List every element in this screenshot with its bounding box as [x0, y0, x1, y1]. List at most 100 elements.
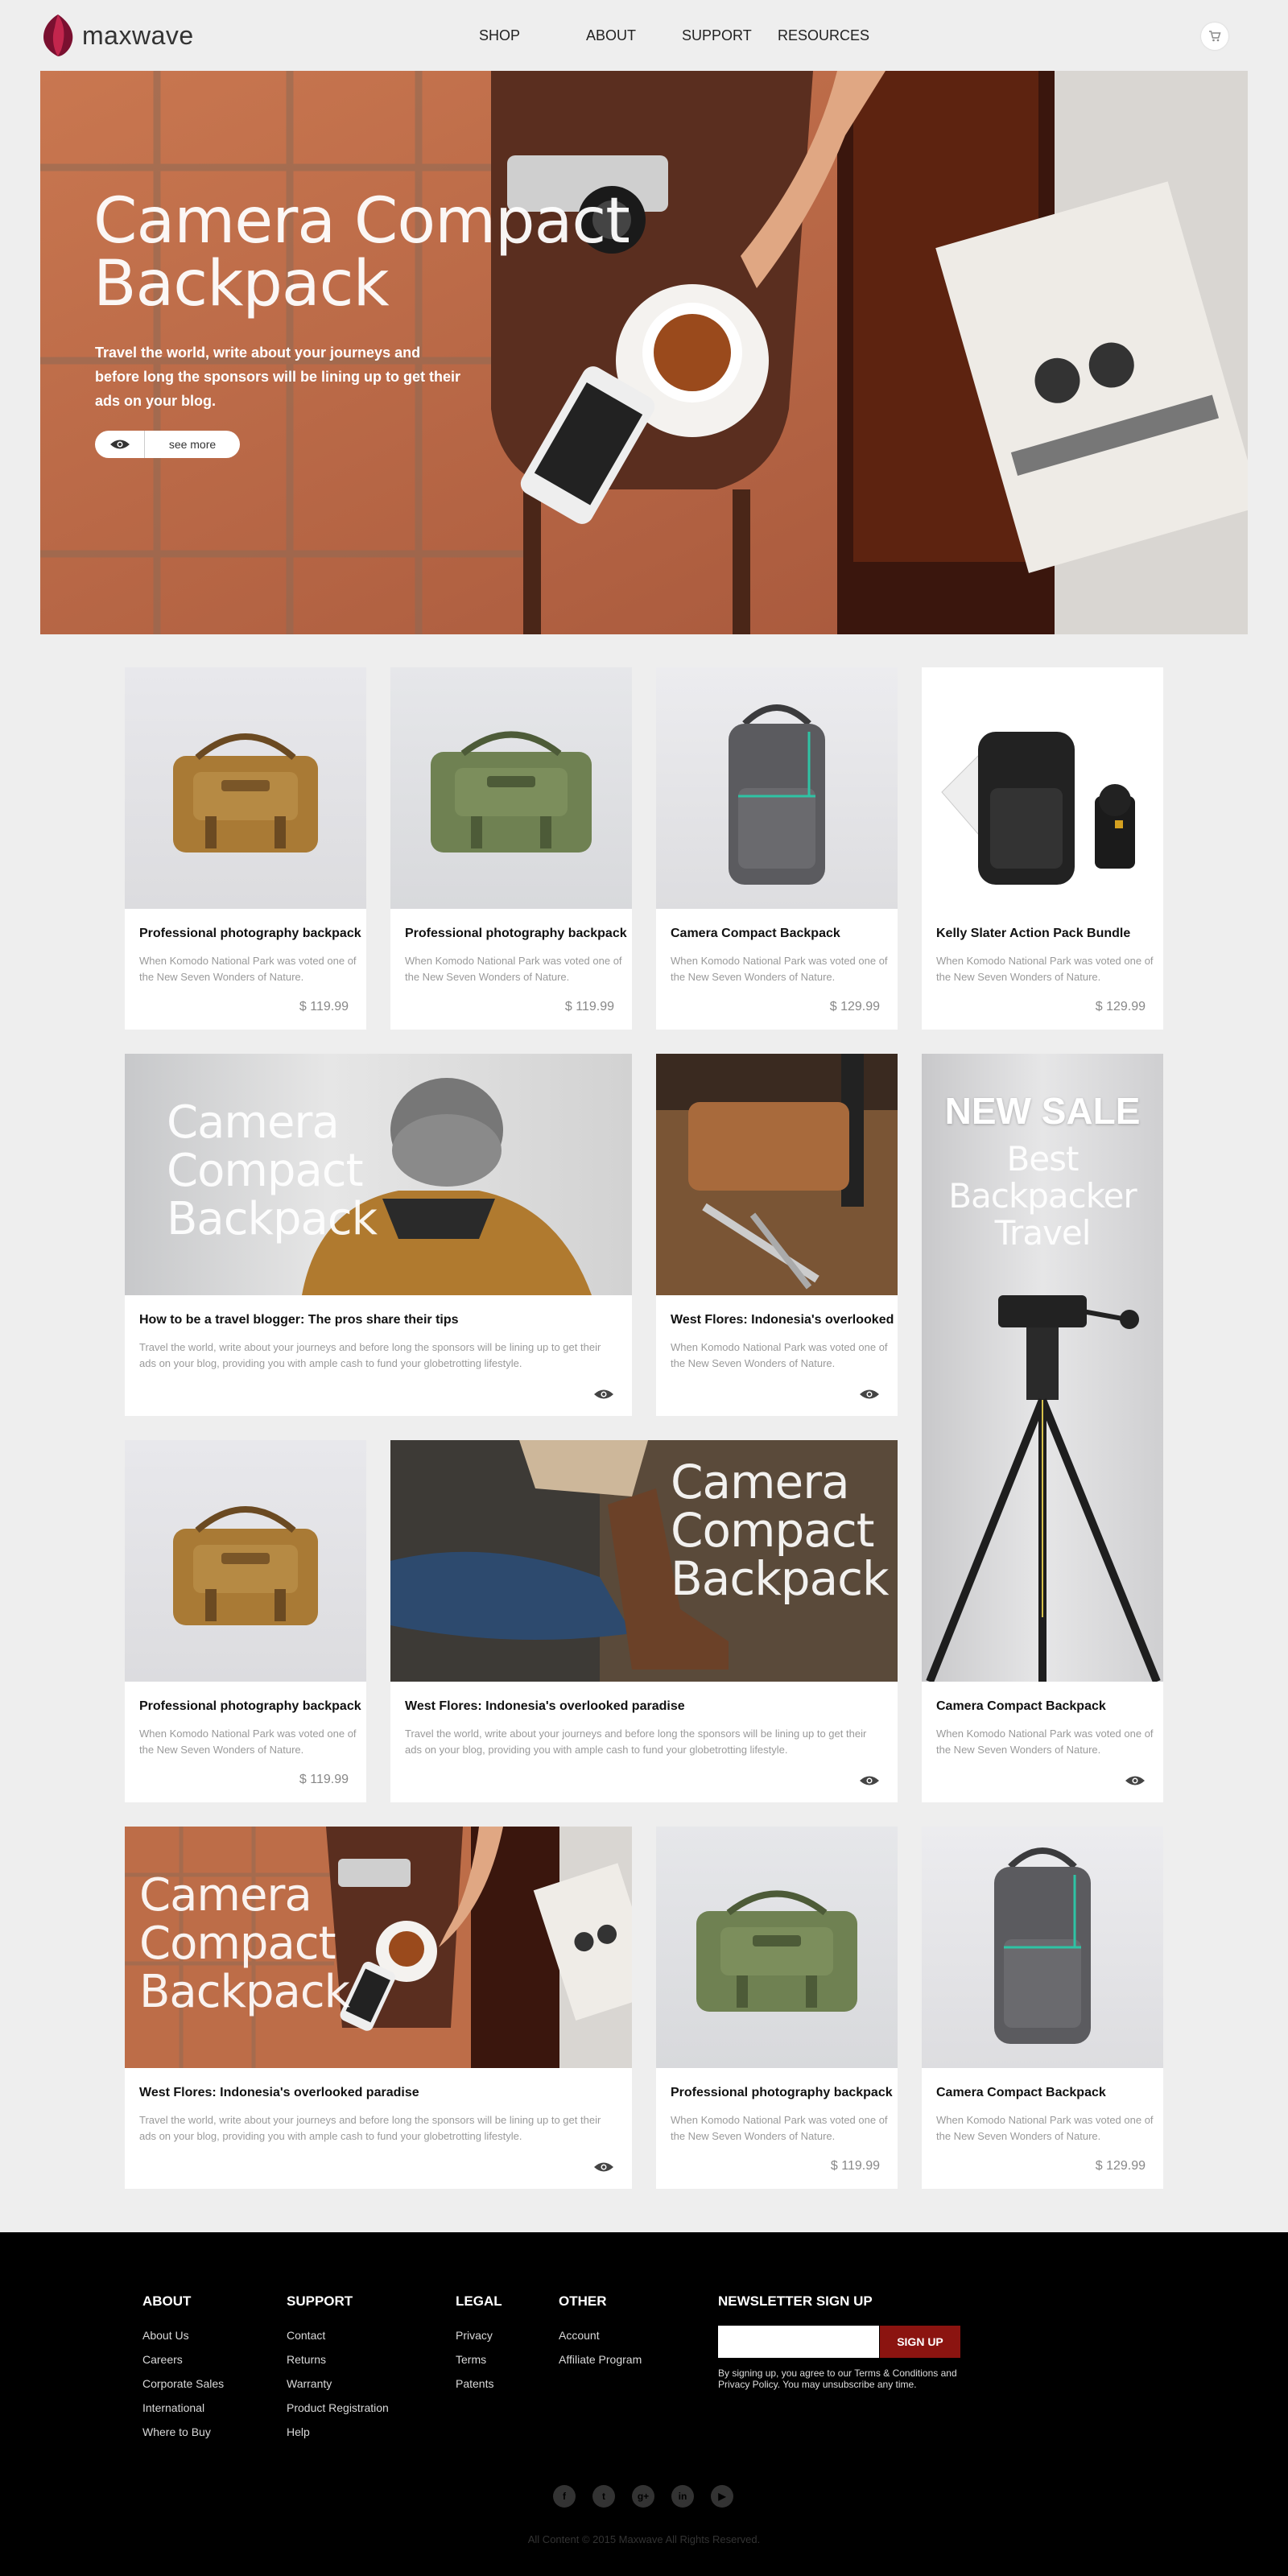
product-desc: When Komodo National Park was voted one …: [671, 955, 888, 983]
footer-about-title: ABOUT: [142, 2293, 192, 2309]
newsletter-signup-button[interactable]: SIGN UP: [880, 2326, 960, 2358]
product-image: [656, 1827, 898, 2068]
product-title: Professional photography backpack: [405, 927, 627, 940]
blog-desc: Travel the world, write about your journ…: [405, 1728, 867, 1756]
product-card[interactable]: Professional photography backpack When K…: [125, 1440, 366, 1802]
footer-link[interactable]: About Us: [142, 2329, 189, 2342]
blog-title: West Flores: Indonesia's overlooked para…: [405, 1699, 685, 1713]
product-desc: When Komodo National Park was voted one …: [671, 2114, 888, 2142]
footer-link[interactable]: International: [142, 2401, 204, 2414]
footer-legal-title: LEGAL: [456, 2293, 502, 2309]
product-title: Professional photography backpack: [671, 2086, 893, 2099]
footer-link[interactable]: Product Registration: [287, 2401, 389, 2414]
product-price: $ 119.99: [299, 1000, 349, 1013]
cart-icon: [1209, 31, 1221, 42]
product-card[interactable]: Professional photography backpack When K…: [125, 667, 366, 1030]
product-price: $ 129.99: [1095, 1000, 1146, 1013]
footer-link[interactable]: Privacy: [456, 2329, 493, 2342]
blog-desc: Travel the world, write about your journ…: [139, 2114, 601, 2142]
linkedin-icon[interactable]: in: [671, 2485, 694, 2508]
blog-overlay-title: Camera Compact Backpack: [671, 1455, 890, 1606]
newsletter-email-input[interactable]: [718, 2326, 879, 2358]
footer-link[interactable]: Affiliate Program: [559, 2353, 642, 2366]
brand-name: maxwave: [82, 20, 194, 50]
twitter-icon[interactable]: t: [592, 2485, 615, 2508]
hero-title: Camera Compact Backpack: [93, 185, 630, 320]
cart-button[interactable]: [1201, 23, 1228, 50]
site-header: maxwave SHOP ABOUT SUPPORT RESOURCES: [0, 0, 1288, 71]
product-price: $ 119.99: [564, 1000, 614, 1013]
footer-link[interactable]: Careers: [142, 2353, 183, 2366]
logo[interactable]: maxwave: [40, 13, 194, 58]
product-desc: When Komodo National Park was voted one …: [405, 955, 622, 983]
copyright: All Content © 2015 Maxwave All Rights Re…: [527, 2533, 761, 2545]
product-card[interactable]: Kelly Slater Action Pack Bundle When Kom…: [922, 667, 1163, 1030]
site-footer: ABOUT About Us Careers Corporate Sales I…: [0, 2232, 1288, 2576]
product-title: Camera Compact Backpack: [936, 2086, 1106, 2099]
youtube-icon[interactable]: ▶: [711, 2485, 733, 2508]
blog-card[interactable]: West Flores: Indonesia's overlooked When…: [656, 1054, 898, 1416]
eye-icon: [95, 431, 145, 458]
footer-link[interactable]: Corporate Sales: [142, 2377, 224, 2390]
blog-card[interactable]: Camera Compact Backpack West Flores: Ind…: [390, 1440, 898, 1802]
nav-about[interactable]: ABOUT: [586, 27, 682, 44]
eye-icon[interactable]: [1125, 1775, 1146, 1790]
product-title: Camera Compact Backpack: [671, 927, 840, 940]
footer-link[interactable]: Patents: [456, 2377, 493, 2390]
footer-link[interactable]: Returns: [287, 2353, 326, 2366]
eye-icon[interactable]: [593, 1389, 614, 1404]
product-title: Professional photography backpack: [139, 1699, 361, 1713]
product-title: Professional photography backpack: [139, 927, 361, 940]
product-card[interactable]: Professional photography backpack When K…: [656, 1827, 898, 2189]
product-title: Camera Compact Backpack: [936, 1699, 1106, 1713]
blog-card[interactable]: Camera Compact Backpack How to be a trav…: [125, 1054, 632, 1416]
footer-link[interactable]: Contact: [287, 2329, 325, 2342]
blog-title: West Flores: Indonesia's overlooked: [671, 1313, 894, 1327]
footer-link[interactable]: Where to Buy: [142, 2425, 211, 2438]
blog-overlay-title: Camera Compact Backpack: [139, 1869, 350, 2018]
see-more-label: see more: [168, 438, 217, 451]
product-desc: When Komodo National Park was voted one …: [139, 955, 357, 983]
product-image: [922, 667, 1163, 909]
hero-banner: Camera Compact Backpack Travel the world…: [40, 71, 1248, 634]
product-price: $ 119.99: [299, 1773, 349, 1786]
blog-desc: When Komodo National Park was voted one …: [671, 1341, 888, 1369]
product-image: [125, 1440, 366, 1682]
product-card[interactable]: Professional photography backpack When K…: [390, 667, 632, 1030]
footer-link[interactable]: Terms: [456, 2353, 486, 2366]
eye-icon[interactable]: [593, 2161, 614, 2177]
product-image: [125, 667, 366, 909]
footer-link[interactable]: Account: [559, 2329, 600, 2342]
blog-title: How to be a travel blogger: The pros sha…: [139, 1313, 459, 1327]
footer-other-title: OTHER: [559, 2293, 607, 2309]
product-card[interactable]: Camera Compact Backpack When Komodo Nati…: [656, 667, 898, 1030]
footer-link[interactable]: Warranty: [287, 2377, 332, 2390]
footer-support-title: SUPPORT: [287, 2293, 353, 2309]
sale-card[interactable]: NEW SALE Best Backpacker Travel Camera C…: [922, 1054, 1163, 1802]
eye-icon[interactable]: [859, 1775, 880, 1790]
product-card[interactable]: Camera Compact Backpack When Komodo Nati…: [922, 1827, 1163, 2189]
nav-resources[interactable]: RESOURCES: [778, 27, 869, 44]
sale-headline: NEW SALE: [944, 1090, 1141, 1132]
blog-overlay-title: Camera Compact Backpack: [167, 1096, 378, 1245]
google-plus-icon[interactable]: g+: [632, 2485, 654, 2508]
blog-card[interactable]: Camera Compact Backpack West Flores: Ind…: [125, 1827, 632, 2189]
product-desc: When Komodo National Park was voted one …: [936, 1728, 1154, 1756]
product-desc: When Komodo National Park was voted one …: [936, 2114, 1154, 2142]
footer-link[interactable]: Help: [287, 2425, 310, 2438]
eye-icon[interactable]: [859, 1389, 880, 1404]
newsletter-note: By signing up, you agree to our Terms & …: [718, 2368, 957, 2390]
see-more-button[interactable]: see more: [95, 431, 240, 458]
product-price: $ 129.99: [829, 1000, 880, 1013]
main-nav: SHOP ABOUT SUPPORT RESOURCES: [479, 27, 869, 44]
product-image: [922, 1827, 1163, 2068]
sale-sub: Best Backpacker Travel: [948, 1139, 1137, 1253]
facebook-icon[interactable]: f: [553, 2485, 576, 2508]
hero-text: Travel the world, write about your journ…: [95, 345, 461, 409]
product-desc: When Komodo National Park was voted one …: [936, 955, 1154, 983]
product-title: Kelly Slater Action Pack Bundle: [936, 927, 1131, 940]
product-price: $ 129.99: [1095, 2159, 1146, 2173]
logo-icon: [40, 13, 76, 58]
nav-support[interactable]: SUPPORT: [682, 27, 778, 44]
nav-shop[interactable]: SHOP: [479, 27, 586, 44]
